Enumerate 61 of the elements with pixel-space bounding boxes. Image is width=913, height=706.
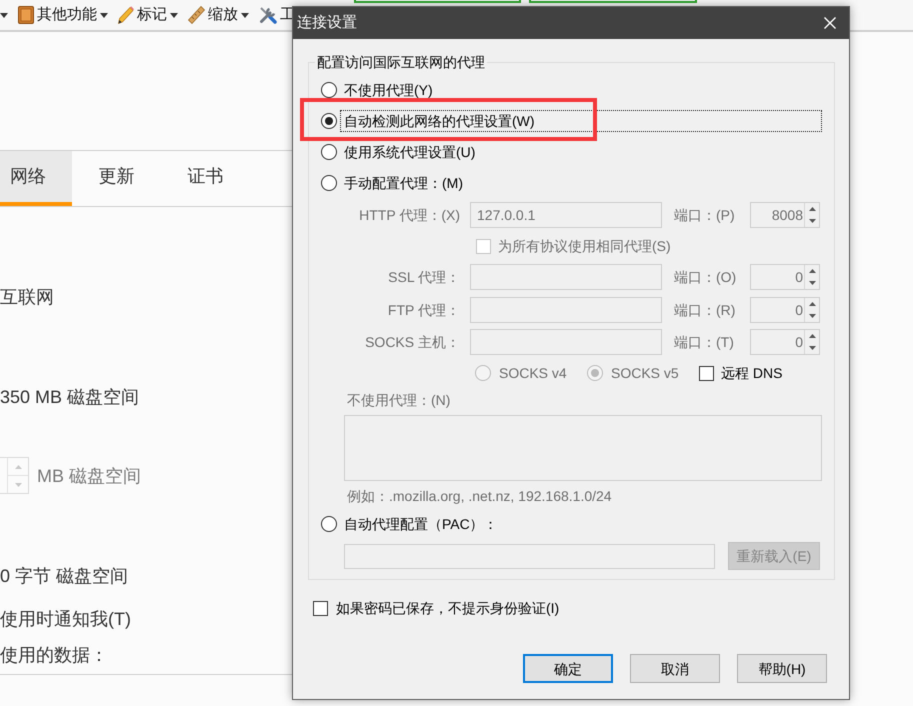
example-text: 例如：.mozilla.org, .net.nz, 192.168.1.0/24 (346, 487, 612, 506)
radio-label[interactable]: 不使用代理(Y) (340, 79, 822, 101)
checkbox[interactable] (699, 366, 714, 380)
spin-up-icon[interactable] (808, 269, 816, 273)
radio-label[interactable]: 手动配置代理：(M) (340, 172, 822, 194)
tab[interactable]: 证书 (161, 151, 250, 206)
setting-text: 350 MB 磁盘空间 (0, 386, 140, 409)
exceptions-field[interactable] (344, 415, 822, 481)
tab[interactable]: 网络 (0, 151, 72, 206)
setting-text: 0 字节 磁盘空间 (0, 565, 128, 588)
checkbox-label[interactable]: 远程 DNS (721, 363, 782, 383)
radio-label[interactable]: 自动检测此网络的代理设置(W) (340, 110, 822, 132)
port-label: 端口：(O) (674, 268, 738, 287)
caret-icon (170, 12, 178, 18)
setting-text: MB 磁盘空间 (37, 464, 142, 488)
book-icon (18, 6, 34, 24)
port-label: 端口：(P) (674, 206, 736, 225)
field-label: SOCKS 主机： (364, 333, 460, 352)
setting-text: 使用时通知我(T) (0, 608, 131, 631)
toolbar-button[interactable]: 标记 (118, 5, 178, 25)
pencil-icon (118, 6, 134, 24)
spin-up-icon[interactable] (808, 302, 816, 306)
pac-url-field[interactable] (344, 544, 715, 568)
spin-down-icon[interactable] (808, 281, 816, 285)
spin-down-icon[interactable] (808, 314, 816, 318)
spin-up-icon[interactable] (808, 207, 816, 211)
group-title: 配置访问国际互联网的代理 (316, 53, 486, 71)
caret-icon (100, 12, 108, 18)
caret-icon (241, 12, 249, 18)
radio-button[interactable] (321, 82, 337, 98)
setting-text: 使用的数据： (0, 644, 108, 667)
toolbar-button[interactable]: 缩放 (188, 5, 249, 25)
spin-up-icon[interactable] (808, 334, 816, 338)
proxy-host-field[interactable] (470, 297, 662, 323)
radio-button[interactable] (321, 144, 337, 160)
proxy-host-field[interactable] (470, 264, 662, 290)
spin-down-icon[interactable] (808, 219, 816, 223)
ok-button[interactable]: 确定 (523, 654, 613, 683)
caret-icon (0, 12, 8, 18)
toolbar-button[interactable]: 其他功能 (18, 5, 108, 25)
radio-label[interactable]: 使用系统代理设置(U) (340, 141, 822, 163)
window-title: 连接设置 (297, 13, 357, 33)
field-label: SSL 代理： (387, 268, 460, 287)
proxy-host-field[interactable] (470, 329, 662, 355)
port-label: 端口：(T) (674, 333, 735, 352)
close-icon[interactable] (824, 17, 836, 29)
field-label: HTTP 代理：(X) (358, 206, 460, 225)
spin-down-icon[interactable] (808, 346, 816, 350)
port-label: 端口：(R) (674, 301, 736, 320)
radio-button[interactable] (321, 113, 337, 129)
field-label: 不使用代理：(N) (346, 391, 450, 410)
radio-button[interactable] (321, 175, 337, 191)
field-label: FTP 代理： (386, 301, 460, 320)
checkbox-label[interactable]: 如果密码已保存，不提示身份验证(I) (336, 598, 560, 618)
tab[interactable]: 更新 (72, 151, 161, 206)
checkbox[interactable] (313, 600, 328, 616)
cancel-button[interactable]: 取消 (630, 654, 720, 683)
tools-icon (259, 6, 277, 24)
ruler-icon (188, 6, 205, 24)
setting-text: 互联网 (0, 286, 54, 309)
help-button[interactable]: 帮助(H) (737, 654, 827, 683)
